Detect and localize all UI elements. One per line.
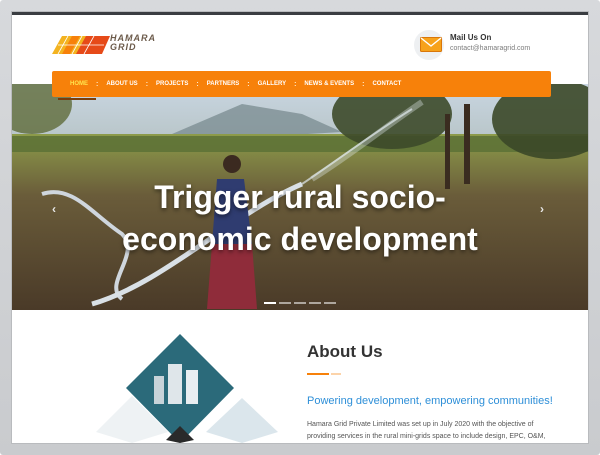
slider-dot[interactable] <box>264 302 276 304</box>
hero-headline: Trigger rural socio- economic developmen… <box>12 176 588 260</box>
about-heading: About Us <box>307 342 383 361</box>
about-subtitle: Powering development, empowering communi… <box>307 395 553 407</box>
nav-item-about-us[interactable]: ABOUT US <box>98 81 145 87</box>
hero-headline-line-2: economic development <box>122 221 478 257</box>
nav-item-news-events[interactable]: NEWS & EVENTS <box>296 81 362 87</box>
about-image-collage <box>72 332 292 443</box>
mail-title: Mail Us On <box>450 33 492 42</box>
envelope-icon <box>420 37 442 52</box>
chevron-left-icon[interactable]: ‹ <box>52 202 56 216</box>
collage-images <box>96 334 278 443</box>
browser-frame: HAMARA GRID Mail Us On contact@hamaragri… <box>0 0 600 455</box>
nav-item-home[interactable]: HOME <box>62 81 96 87</box>
top-accent-bar <box>12 12 588 15</box>
about-heading-underline <box>307 373 329 375</box>
nav-active-indicator <box>58 98 96 100</box>
logo-mark-icon <box>52 36 110 54</box>
logo-wordmark: HAMARA GRID <box>110 34 156 52</box>
slider-dot[interactable] <box>324 302 336 304</box>
slider-dot[interactable] <box>279 302 291 304</box>
hero-slider[interactable]: Trigger rural socio- economic developmen… <box>12 84 588 310</box>
slider-dot[interactable] <box>309 302 321 304</box>
nav-item-projects[interactable]: PROJECTS <box>148 81 196 87</box>
mail-contact[interactable]: Mail Us On contact@hamaragrid.com <box>414 30 584 60</box>
about-body-text: Hamara Grid Private Limited was set up i… <box>307 421 546 440</box>
logo-line-2: GRID <box>110 42 137 52</box>
nav-item-partners[interactable]: PARTNERS <box>199 81 248 87</box>
hero-headline-line-1: Trigger rural socio- <box>154 179 446 215</box>
mail-address-link[interactable]: contact@hamaragrid.com <box>450 45 530 52</box>
main-nav: HOME : ABOUT US : PROJECTS : PARTNERS : … <box>52 71 551 97</box>
slider-pagination <box>264 302 336 304</box>
slider-dot[interactable] <box>294 302 306 304</box>
about-heading-underline-accent <box>331 373 341 375</box>
nav-item-contact[interactable]: CONTACT <box>364 81 409 87</box>
site-logo[interactable]: HAMARA GRID <box>52 32 162 56</box>
page-viewport: HAMARA GRID Mail Us On contact@hamaragri… <box>12 12 588 443</box>
nav-item-gallery[interactable]: GALLERY <box>250 81 294 87</box>
chevron-right-icon[interactable]: › <box>540 202 544 216</box>
